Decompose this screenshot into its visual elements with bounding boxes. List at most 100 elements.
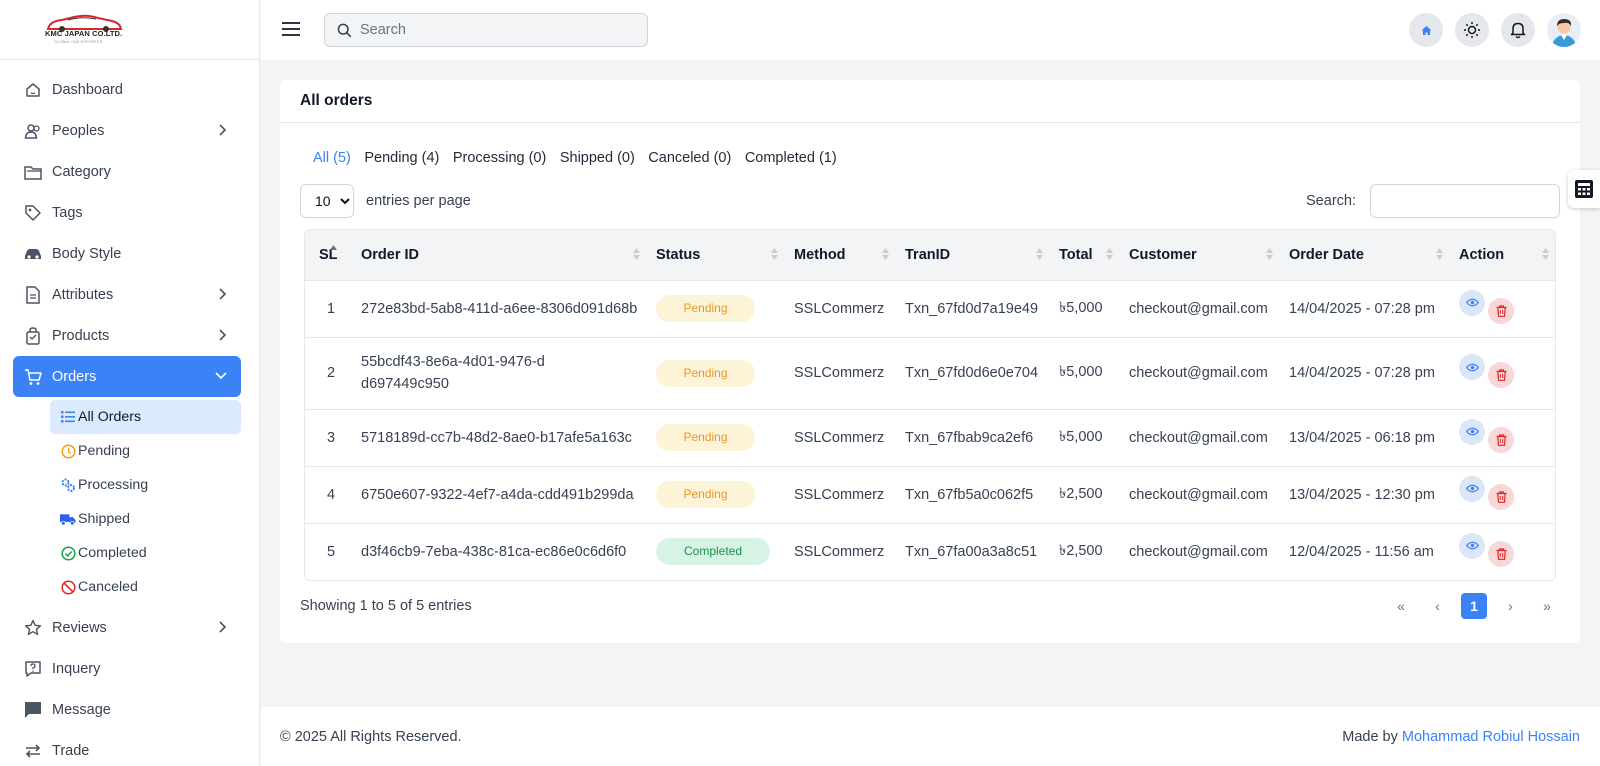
sidebar-subitem-canceled[interactable]: Canceled <box>50 570 241 604</box>
clock-icon <box>60 443 76 459</box>
sidebar-item-orders[interactable]: Orders <box>13 356 241 397</box>
cell-order-date: 12/04/2025 - 11:56 am <box>1283 522 1453 580</box>
sidebar-item-label: Attributes <box>52 286 114 303</box>
credits: Made by Mohammad Robiul Hossain <box>1342 729 1580 745</box>
home-button[interactable] <box>1409 13 1443 47</box>
sidebar-item-label: Message <box>52 701 111 718</box>
cell-action <box>1453 408 1555 466</box>
cell-customer: checkout@gmail.com <box>1123 279 1283 337</box>
tab-shipped[interactable]: Shipped (0) <box>560 150 635 166</box>
sidebar-item-reviews[interactable]: Reviews <box>13 607 241 648</box>
page-first-button[interactable]: « <box>1388 593 1414 619</box>
made-by-label: Made by <box>1342 728 1398 745</box>
sidebar-item-peoples[interactable]: Peoples <box>13 110 241 151</box>
menu-toggle-icon[interactable] <box>281 19 301 39</box>
view-order-button[interactable] <box>1459 354 1485 380</box>
view-order-button[interactable] <box>1459 289 1485 316</box>
chevron-down-icon <box>215 370 227 380</box>
sidebar-item-dashboard[interactable]: Dashboard <box>13 69 241 110</box>
cell-total: ৳2,500 <box>1053 522 1123 580</box>
search-input[interactable] <box>360 22 630 38</box>
theme-toggle-button[interactable] <box>1455 13 1489 47</box>
cell-status: Pending <box>650 336 788 409</box>
status-badge: Completed <box>656 538 770 566</box>
table-row: 5 d3f46cb9-7eba-438c-81ca-ec86e0c6d6f0 Com… <box>305 522 1555 580</box>
column-header-status[interactable]: Status <box>650 230 788 280</box>
column-header-action[interactable]: Action <box>1453 230 1555 280</box>
tab-pending[interactable]: Pending (4) <box>364 150 439 166</box>
cell-sl: 4 <box>305 465 353 523</box>
cell-action <box>1453 522 1555 580</box>
brand-logo[interactable]: KMC JAPAN CO.LTD. GLOBAL CAR EXPORTER <box>40 13 126 47</box>
sidebar-item-attributes[interactable]: Attributes <box>13 274 241 315</box>
table-search-input[interactable] <box>1370 184 1560 218</box>
star-icon <box>23 618 43 638</box>
sidebar-subitem-completed[interactable]: Completed <box>50 536 241 570</box>
sidebar-item-body-style[interactable]: Body Style <box>13 233 241 274</box>
sidebar-item-label: Reviews <box>52 619 107 636</box>
view-order-button[interactable] <box>1459 475 1485 502</box>
page-last-button[interactable]: » <box>1534 593 1560 619</box>
delete-order-button[interactable] <box>1488 362 1514 388</box>
cell-tranid: Txn_67fa00a3a8c51 <box>899 522 1053 580</box>
trash-icon <box>1496 433 1506 446</box>
sidebar-subitem-pending[interactable]: Pending <box>50 434 241 468</box>
sidebar-item-inquery[interactable]: Inquery <box>13 648 241 689</box>
sidebar-item-label: Products <box>52 327 110 344</box>
column-header-sl[interactable]: SL <box>305 230 353 280</box>
question-icon <box>23 659 43 679</box>
showing-entries: Showing 1 to 5 of 5 entries <box>300 598 472 614</box>
per-page-select[interactable]: 10 <box>300 184 354 218</box>
page-current-button[interactable]: 1 <box>1461 593 1487 619</box>
message-icon <box>23 700 43 720</box>
column-header-order-date[interactable]: Order Date <box>1283 230 1453 280</box>
sidebar-subitem-processing[interactable]: Processing <box>50 468 241 502</box>
orders-table: SL Order ID Status Method TranID Total C… <box>304 229 1556 581</box>
author-link[interactable]: Mohammad Robiul Hossain <box>1402 729 1580 745</box>
column-header-total[interactable]: Total <box>1053 230 1123 280</box>
sidebar-item-category[interactable]: Category <box>13 151 241 192</box>
view-order-button[interactable] <box>1459 418 1485 445</box>
user-avatar[interactable] <box>1547 13 1581 47</box>
settings-panel-toggle[interactable] <box>1568 170 1600 208</box>
notifications-button[interactable] <box>1501 13 1535 47</box>
status-badge: Pending <box>656 481 755 508</box>
tab-canceled[interactable]: Canceled (0) <box>648 150 731 166</box>
tab-all[interactable]: All (5) <box>313 150 351 166</box>
cell-sl: 5 <box>305 522 353 580</box>
eye-icon <box>1465 298 1479 307</box>
cell-tranid: Txn_67fd0d6e0e704 <box>899 336 1053 409</box>
sidebar-subitem-all-orders[interactable]: All Orders <box>50 400 241 434</box>
sidebar: KMC JAPAN CO.LTD. GLOBAL CAR EXPORTER Da… <box>0 0 260 766</box>
sidebar-subitem-label: Canceled <box>78 579 138 595</box>
table-header-row: SL Order ID Status Method TranID Total C… <box>305 230 1555 280</box>
delete-order-button[interactable] <box>1488 297 1514 324</box>
page-next-button[interactable]: › <box>1498 593 1524 619</box>
cell-total: ৳5,000 <box>1053 279 1123 337</box>
row-actions <box>1459 354 1555 388</box>
sidebar-item-trade[interactable]: Trade <box>13 730 241 766</box>
cell-order-id: 272e83bd-5ab8-411d-a6ee-8306d091d68b <box>353 279 650 337</box>
page-prev-button[interactable]: ‹ <box>1425 593 1451 619</box>
column-header-customer[interactable]: Customer <box>1123 230 1283 280</box>
column-header-method[interactable]: Method <box>788 230 899 280</box>
tab-processing[interactable]: Processing (0) <box>453 150 546 166</box>
cell-order-date: 13/04/2025 - 12:30 pm <box>1283 465 1453 523</box>
trash-icon <box>1496 548 1506 560</box>
eye-icon <box>1465 541 1479 550</box>
view-order-button[interactable] <box>1459 532 1485 559</box>
document-icon <box>23 285 43 305</box>
column-header-tranid[interactable]: TranID <box>899 230 1053 280</box>
tab-completed[interactable]: Completed (1) <box>745 150 837 166</box>
cell-action <box>1453 465 1555 523</box>
sidebar-item-message[interactable]: Message <box>13 689 241 730</box>
sidebar-item-tags[interactable]: Tags <box>13 192 241 233</box>
column-header-order-id[interactable]: Order ID <box>353 230 650 280</box>
delete-order-button[interactable] <box>1488 540 1514 567</box>
sidebar-item-label: Tags <box>52 204 83 221</box>
sidebar-subitem-shipped[interactable]: Shipped <box>50 502 241 536</box>
cell-status: Pending <box>650 465 788 523</box>
delete-order-button[interactable] <box>1488 483 1514 510</box>
sidebar-item-products[interactable]: Products <box>13 315 241 356</box>
delete-order-button[interactable] <box>1488 426 1514 453</box>
